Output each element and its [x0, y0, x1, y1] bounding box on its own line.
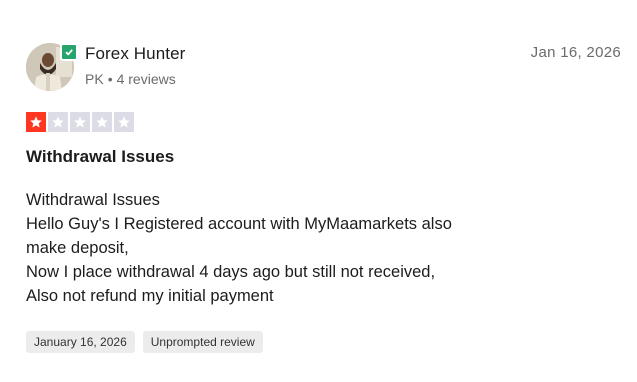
verified-check-icon	[60, 43, 78, 61]
experience-date-badge: January 16, 2026	[26, 331, 135, 353]
reviewer-name[interactable]: Forex Hunter	[85, 44, 185, 64]
star-icon	[114, 112, 134, 132]
review-date: Jan 16, 2026	[530, 44, 621, 61]
review-type-badge[interactable]: Unprompted review	[142, 331, 263, 353]
meta-separator: •	[107, 71, 113, 87]
review-body-line: make deposit,	[26, 239, 129, 257]
review-body-line: Withdrawal Issues	[26, 191, 160, 209]
star-icon	[92, 112, 112, 132]
review-body: Withdrawal Issues Hello Guy's I Register…	[26, 188, 586, 308]
review-body-line: Now I place withdrawal 4 days ago but st…	[26, 263, 436, 281]
review-body-line: Also not refund my initial payment	[26, 287, 274, 305]
star-icon	[48, 112, 68, 132]
star-icon	[70, 112, 90, 132]
star-icon	[26, 112, 46, 132]
review-title[interactable]: Withdrawal Issues	[26, 147, 174, 167]
review-card: Forex Hunter PK • 4 reviews Jan 16, 2026 W…	[0, 0, 637, 382]
review-body-line: Hello Guy's I Registered account with My…	[26, 215, 452, 233]
reviewer-country: PK	[85, 71, 104, 87]
reviewer-meta: PK • 4 reviews	[85, 71, 176, 87]
review-tags: January 16, 2026 Unprompted review	[26, 331, 263, 353]
reviewer-review-count[interactable]: 4 reviews	[117, 71, 176, 87]
star-rating	[26, 112, 134, 132]
